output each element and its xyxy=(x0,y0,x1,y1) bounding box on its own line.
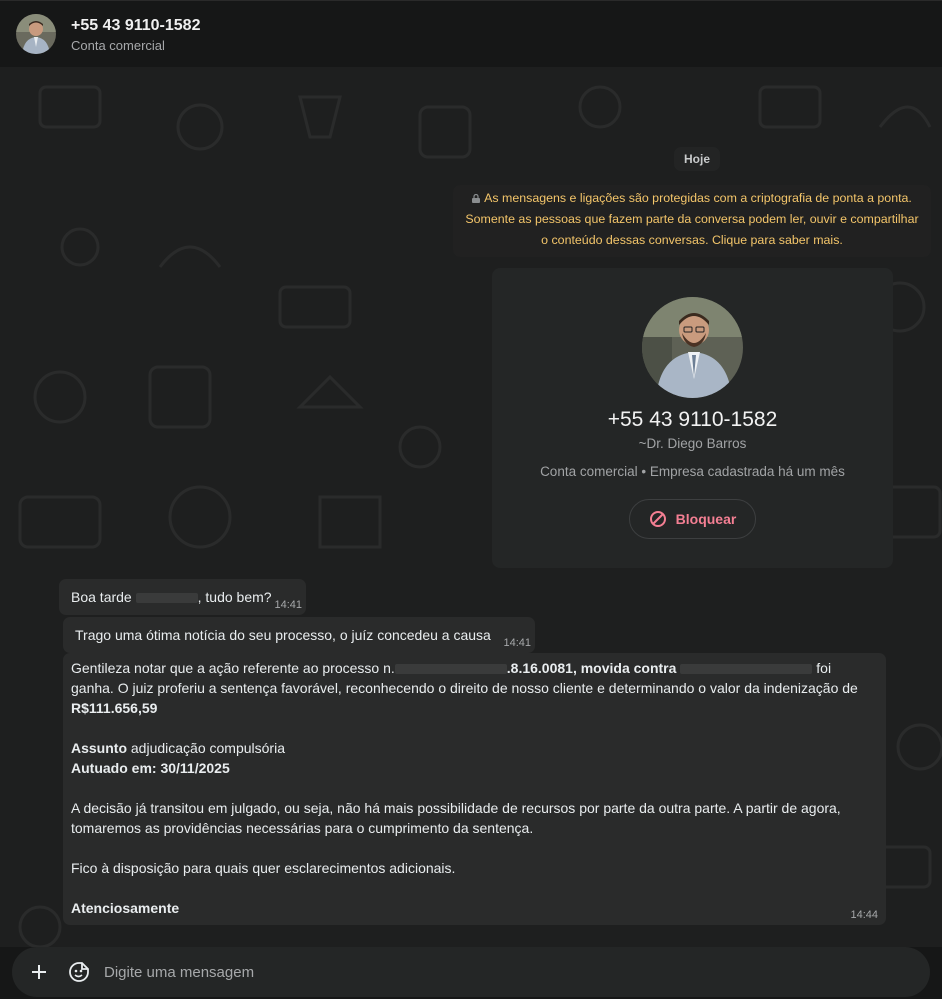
message-paragraph: Fico à disposição para quais quer esclar… xyxy=(71,860,456,876)
redacted-text xyxy=(394,664,507,675)
contact-profile-photo[interactable] xyxy=(642,297,743,398)
redacted-text xyxy=(135,593,198,604)
message-paragraph: A decisão já transitou em julgado, ou se… xyxy=(71,800,841,836)
encryption-notice-text: As mensagens e ligações são protegidas c… xyxy=(465,191,919,247)
contact-status: Conta comercial xyxy=(71,37,165,53)
message-timestamp: 14:41 xyxy=(503,637,531,649)
contact-name[interactable]: +55 43 9110-1582 xyxy=(71,16,200,36)
plus-icon xyxy=(32,965,46,979)
encryption-notice[interactable]: As mensagens e ligações são protegidas c… xyxy=(453,185,931,257)
redacted-text xyxy=(680,664,813,675)
message-paragraph: Assunto adjudicação compulsória Autuado … xyxy=(71,740,285,776)
message-text: Boa tarde , tudo bem? xyxy=(71,589,272,605)
date-separator: Hoje xyxy=(674,147,721,171)
composer-area xyxy=(0,947,942,999)
message-text: Trago uma ótima notícia do seu processo,… xyxy=(75,627,491,643)
message-bubble[interactable]: Trago uma ótima notícia do seu processo,… xyxy=(63,617,535,653)
lock-icon xyxy=(472,194,481,203)
sticker-icon xyxy=(69,962,89,982)
block-icon xyxy=(649,511,666,527)
composer-bar xyxy=(12,947,930,997)
sticker-button[interactable] xyxy=(66,959,92,985)
chat-panel[interactable]: Hoje As mensagens e ligações são protegi… xyxy=(0,67,942,947)
contact-avatar[interactable] xyxy=(16,14,56,54)
block-button[interactable]: Bloquear xyxy=(629,499,756,539)
message-bubble[interactable]: Boa tarde , tudo bem? 14:41 xyxy=(59,579,306,615)
message-closing: Atenciosamente xyxy=(71,900,180,916)
message-bubble[interactable]: Gentileza notar que a ação referente ao … xyxy=(63,653,886,925)
message-paragraph: Gentileza notar que a ação referente ao … xyxy=(71,660,858,716)
card-phone-number: +55 43 9110-1582 xyxy=(607,408,778,431)
message-text: Gentileza notar que a ação referente ao … xyxy=(71,658,874,918)
indemnity-amount: R$111.656,59 xyxy=(71,700,158,716)
message-input[interactable] xyxy=(104,957,930,987)
message-timestamp: 14:44 xyxy=(850,909,878,921)
contact-info-card: +55 43 9110-1582 ~Dr. Diego Barros Conta… xyxy=(492,268,893,568)
attach-button[interactable] xyxy=(24,957,54,987)
chat-header[interactable]: +55 43 9110-1582 Conta comercial xyxy=(0,0,942,67)
card-business-info: Conta comercial • Empresa cadastrada há … xyxy=(540,464,845,479)
card-contact-name: ~Dr. Diego Barros xyxy=(638,436,747,451)
block-button-label: Bloquear xyxy=(675,511,737,527)
message-timestamp: 14:41 xyxy=(274,599,302,611)
